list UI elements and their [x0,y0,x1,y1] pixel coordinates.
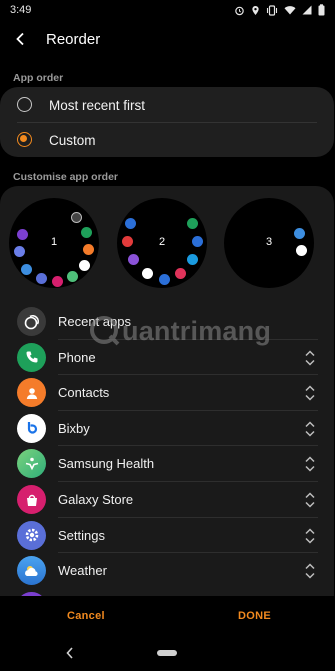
list-item-label: Recent apps [58,314,131,329]
contacts-icon [83,244,94,255]
list-item[interactable]: Settings [0,518,334,554]
app-icon [17,229,28,240]
option-custom[interactable]: Custom [0,122,334,158]
phone-icon [81,227,92,238]
app-icon [14,246,25,257]
app-icon [122,236,133,247]
list-item-label: Bixby [58,420,90,436]
weather-icon [17,556,46,586]
option-label: Custom [49,133,96,148]
status-bar: 3:49 [0,0,335,20]
drag-handle-icon[interactable] [304,491,316,509]
back-arrow-icon [16,32,24,46]
list-item-label: Settings [58,527,105,543]
weather-icon [21,264,32,275]
drag-handle-icon[interactable] [304,455,316,473]
app-bar: Reorder [0,22,335,56]
settings-icon [17,520,46,550]
app-icon [296,245,307,256]
drag-handle-icon[interactable] [304,420,316,438]
recent-apps-icon [17,307,46,336]
location-icon [252,5,259,15]
list-item[interactable]: Phone [0,340,334,376]
drag-handle-icon[interactable] [304,349,316,367]
radio-custom[interactable] [17,132,32,147]
wifi-icon [284,6,296,15]
pay-icon [125,218,136,229]
list-item[interactable]: Galaxy Store [0,482,334,518]
phone-icon [17,342,46,372]
watch-page-2[interactable]: 2 [117,198,207,288]
samsung-health-icon [17,449,46,479]
galaxy-store-icon [17,485,46,514]
signal-icon [302,5,312,15]
contacts-icon [17,378,46,408]
list-item-label: Galaxy Store [58,492,134,507]
option-label: Most recent first [49,98,146,113]
customise-label: Customise app order [13,171,119,183]
drag-handle-icon[interactable] [304,384,316,402]
watch-page-3[interactable]: 3 [224,198,314,288]
page-title: Reorder [46,30,101,48]
list-item[interactable]: Bixby [0,411,334,447]
app-icon [159,274,170,285]
list-item-label: Phone [58,349,96,365]
navigation-bar [0,636,335,671]
music-icon [187,254,198,265]
list-item[interactable]: Samsung Health [0,446,334,482]
bixby-icon [17,413,46,443]
app-icon [192,236,203,247]
app-order-label: App order [13,72,64,84]
done-button[interactable]: DONE [238,610,271,622]
samsung-health-icon [67,271,78,282]
vibrate-icon [266,4,278,16]
app-order-card: Most recent first Custom [0,87,334,157]
recent-apps-icon [71,212,82,223]
list-item-label: Samsung Health [58,456,155,472]
app-icon [175,268,186,279]
galaxy-store-icon [52,276,63,287]
calendar-icon [187,218,198,229]
list-item[interactable]: Recent apps [0,304,334,340]
watch-page-1[interactable]: 1 [9,198,99,288]
option-most-recent-first[interactable]: Most recent first [0,87,334,123]
list-item[interactable]: Weather [0,553,334,589]
status-time: 3:49 [10,4,32,16]
cancel-button[interactable]: Cancel [67,610,105,622]
nav-back-icon[interactable] [65,646,75,660]
app-icon [128,254,139,265]
back-button[interactable] [2,22,38,56]
nav-home-pill[interactable] [157,650,177,656]
drag-handle-icon[interactable] [304,527,316,545]
status-icons [234,4,325,16]
bixby-icon [79,260,90,271]
battery-icon [318,4,325,16]
bottom-actions: Cancel DONE [0,596,335,636]
watch-icon [142,268,153,279]
radio-most-recent-first[interactable] [17,97,32,112]
settings-icon [36,273,47,284]
list-item-label: Contacts [58,385,110,401]
drag-handle-icon[interactable] [304,562,316,580]
customise-card: 1 2 3 Recent apps Phone Contacts Bixby S… [0,186,334,596]
list-item-label: Weather [58,563,107,579]
alarm-icon [235,6,244,15]
clock-icon [294,228,305,239]
list-item[interactable]: Contacts [0,375,334,411]
